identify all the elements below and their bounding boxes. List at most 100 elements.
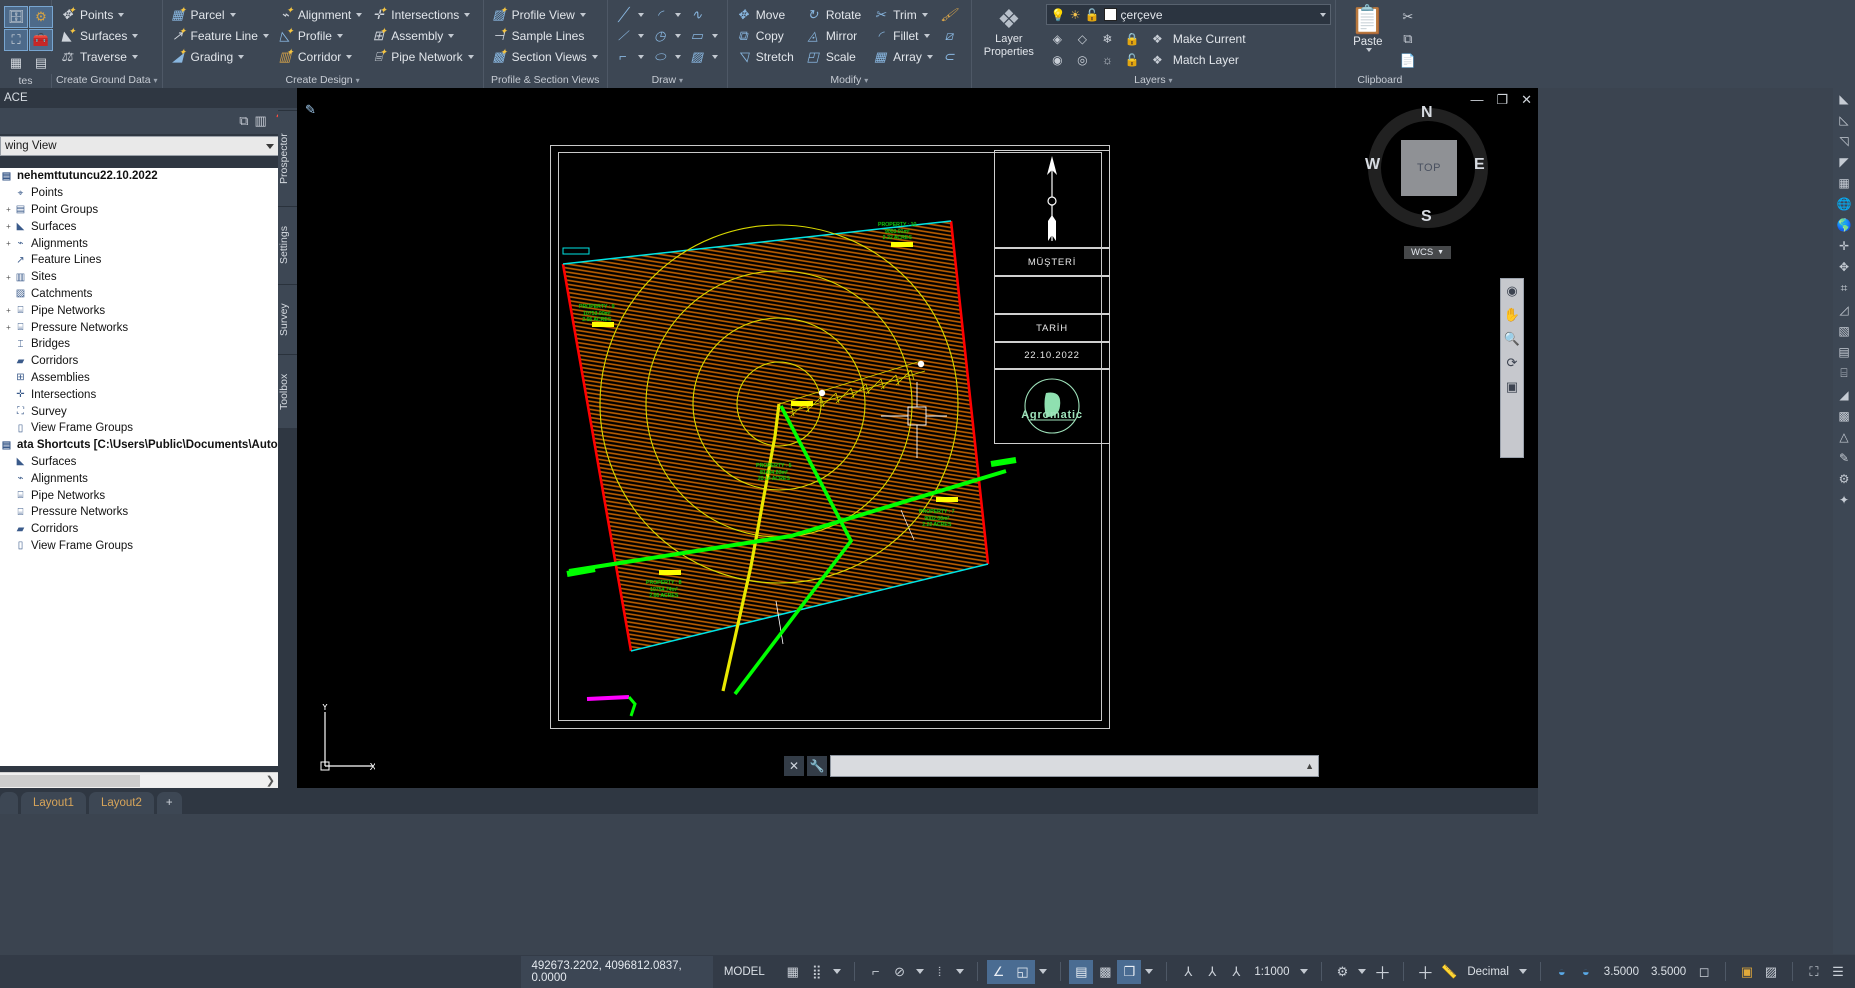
osnap-track-dropdown-icon[interactable] [955, 969, 964, 974]
map-aerial-icon[interactable]: 🌎 [1837, 218, 1852, 232]
copy-clip-icon[interactable]: ⧉ [1396, 29, 1420, 49]
grading-button[interactable]: ◢ ✦ Grading [167, 46, 274, 67]
make-current-label[interactable]: Make Current [1171, 32, 1246, 46]
annotation-scale-icon[interactable]: ⅄ [1224, 960, 1248, 984]
star-tool-icon[interactable]: ✦ [1839, 493, 1849, 507]
layer-unlock-2-icon[interactable]: 🔓 [1121, 50, 1144, 69]
3d-solid-button[interactable]: ⧄ [938, 25, 967, 46]
parcel-tool-icon[interactable]: ▩ [1838, 409, 1849, 423]
lineweight-toggle[interactable]: ▤ [1069, 959, 1094, 984]
units-value[interactable]: Decimal [1461, 966, 1515, 978]
profile-button[interactable]: ◺ ✦ Profile [274, 25, 367, 46]
autoscale-annotation-icon[interactable]: ⅄ [1200, 960, 1224, 984]
layer-color-swatch[interactable] [1103, 8, 1117, 21]
snap-dropdown-icon[interactable] [832, 969, 841, 974]
polyline-arc-button[interactable]: ⌐ [612, 46, 649, 67]
point-label-icon[interactable]: ✥ [1839, 260, 1849, 274]
toolspace-layout-icon[interactable]: ⧉ [239, 113, 248, 129]
tree-item-pressure-networks[interactable]: + ⌸ Pressure Networks [0, 319, 278, 336]
stretch-button[interactable]: ◹ Stretch [732, 46, 802, 67]
minimize-icon[interactable]: — [1470, 92, 1483, 108]
tree-item-ata-shortcuts-c-users-public-documents-autodesk-civil-3[interactable]: ▤ ata Shortcuts [C:\Users\Public\Document… [0, 437, 278, 454]
toolspace-horizontal-scrollbar[interactable]: ❯ [0, 772, 278, 788]
command-line[interactable]: ✕ 🔧 ▲ [784, 754, 1319, 778]
tree-item-sites[interactable]: + ▥ Sites [0, 269, 278, 286]
drawing-canvas[interactable]: — ❐ ✕ ✎ PROPERTY: 9 10753.00m² 2.66 ACR… [297, 88, 1538, 788]
layer-thaw-sun-icon[interactable]: ☀ [1070, 8, 1081, 22]
fullscreen-icon[interactable]: ⛶ [1802, 960, 1826, 984]
line-button[interactable]: ╱ [612, 4, 649, 25]
command-close-icon[interactable]: ✕ [784, 756, 804, 776]
command-customize-icon[interactable]: 🔧 [807, 756, 827, 776]
prospector-tree[interactable]: ▤ nehemttutuncu22.10.2022 ⌖ Points + ▤ Point G… [0, 168, 278, 766]
points-button[interactable]: ✥ ✦ Points [56, 4, 143, 25]
sample-lines-button[interactable]: ⊣ ✦ Sample Lines [488, 25, 603, 46]
add-label-icon[interactable]: ◹ [1839, 134, 1848, 148]
surfaces-button[interactable]: ◣ ✦ Surfaces [56, 25, 143, 46]
tree-item-view-frame-groups[interactable]: ▯ View Frame Groups [0, 538, 278, 555]
viewcube-east-label[interactable]: E [1474, 156, 1485, 174]
pan-icon[interactable]: ✋ [1504, 307, 1520, 323]
tree-expander[interactable]: + [3, 222, 14, 231]
active-drawing-view-selector[interactable]: wing View [0, 136, 279, 156]
close-icon[interactable]: ✕ [1521, 92, 1532, 108]
annotation-scale-value[interactable]: 1:1000 [1248, 966, 1295, 978]
tree-item-alignments[interactable]: ⌁ Alignments [0, 470, 278, 487]
tree-item-view-frame-groups[interactable]: ▯ View Frame Groups [0, 420, 278, 437]
navigation-bar[interactable]: ◉ ✋ 🔍 ⟳ ▣ [1500, 278, 1524, 458]
transparency-toggle[interactable]: ▩ [1093, 960, 1117, 984]
circle-button[interactable]: ◷ [649, 25, 686, 46]
polar-dropdown-icon[interactable] [915, 969, 924, 974]
layer-isolate-icon[interactable]: ◈ [1046, 29, 1069, 48]
customization-menu-icon[interactable]: ☰ [1826, 960, 1850, 984]
toolspace-toggle-button[interactable]: 🗄 [4, 6, 28, 28]
point-create-icon[interactable]: ✛ [1839, 239, 1849, 253]
showmotion-icon[interactable]: ▣ [1506, 379, 1518, 395]
tree-item-assemblies[interactable]: ⊞ Assemblies [0, 370, 278, 387]
offset-button[interactable]: ⊂ [938, 46, 967, 67]
inquiry-icon[interactable]: ▤ [29, 52, 53, 74]
tree-item-alignments[interactable]: + ⌁ Alignments [0, 235, 278, 252]
trim-button[interactable]: ✂ Trim [869, 4, 938, 25]
pipe-tool-icon[interactable]: ⌸ [1840, 366, 1847, 381]
tree-item-feature-lines[interactable]: ↗ Feature Lines [0, 252, 278, 269]
section-views-button[interactable]: ▩ ✦ Section Views [488, 46, 603, 67]
toolspace-panorama-icon[interactable]: ▥ [255, 113, 267, 129]
annotation-visibility-icon[interactable]: ⅄ [1176, 960, 1200, 984]
wcs-dropdown[interactable]: WCS ▼ [1404, 246, 1452, 259]
elevation-surface-2-icon[interactable]: ◒ [1574, 960, 1598, 984]
workspace-dropdown-icon[interactable] [1358, 969, 1367, 974]
elevation-value-2[interactable]: 3.5000 [1645, 966, 1692, 978]
zoom-extents-icon[interactable]: 🔍 [1504, 331, 1520, 347]
tab-toolbox[interactable]: Toolbox [278, 354, 297, 428]
restore-icon[interactable]: ❐ [1496, 92, 1508, 108]
survey-icon[interactable]: ⛶ [4, 29, 28, 51]
tree-item-corridors[interactable]: ▰ Corridors [0, 521, 278, 538]
alignment-button[interactable]: ⌁ ✦ Alignment [274, 4, 367, 25]
tree-expander[interactable]: + [3, 239, 14, 248]
tree-item-intersections[interactable]: ✛ Intersections [0, 386, 278, 403]
tree-item-surfaces[interactable]: ◣ Surfaces [0, 454, 278, 471]
arc-button[interactable]: ◜ [649, 4, 686, 25]
tree-item-pipe-networks[interactable]: ⌸ Pipe Networks [0, 487, 278, 504]
settings-tool-icon[interactable]: ⚙ [1839, 472, 1850, 486]
rotate-button[interactable]: ↻ Rotate [802, 4, 869, 25]
selection-cycling-toggle[interactable]: ❒ [1117, 959, 1142, 984]
traverse-button[interactable]: ⚖ Traverse [56, 46, 143, 67]
surface-slope-icon[interactable]: ◺ [1839, 113, 1848, 127]
elevation-value-1[interactable]: 3.5000 [1598, 966, 1645, 978]
scale-button[interactable]: ◰ Scale [802, 46, 869, 67]
isolate-objects-icon[interactable]: ▣ [1735, 960, 1759, 984]
layer-unlock-icon[interactable]: 🔓 [1085, 8, 1100, 22]
copy-button[interactable]: ⧉ Copy [732, 25, 802, 46]
rectangle-button[interactable]: ▭ [686, 25, 723, 46]
scrollbar-thumb[interactable] [0, 775, 140, 787]
model-tab-overflow[interactable] [0, 792, 18, 814]
tab-survey[interactable]: Survey [278, 284, 297, 354]
tree-expander[interactable]: + [3, 205, 14, 214]
grading-tool-icon[interactable]: ◢ [1839, 388, 1848, 402]
transparency-objects-icon[interactable]: ◻ [1692, 960, 1716, 984]
paste-special-icon[interactable]: 📄 [1396, 51, 1420, 71]
viewcube[interactable]: TOP N S E W WCS ▼ [1365, 104, 1498, 259]
layer-unisolate-icon[interactable]: ◇ [1071, 29, 1094, 48]
